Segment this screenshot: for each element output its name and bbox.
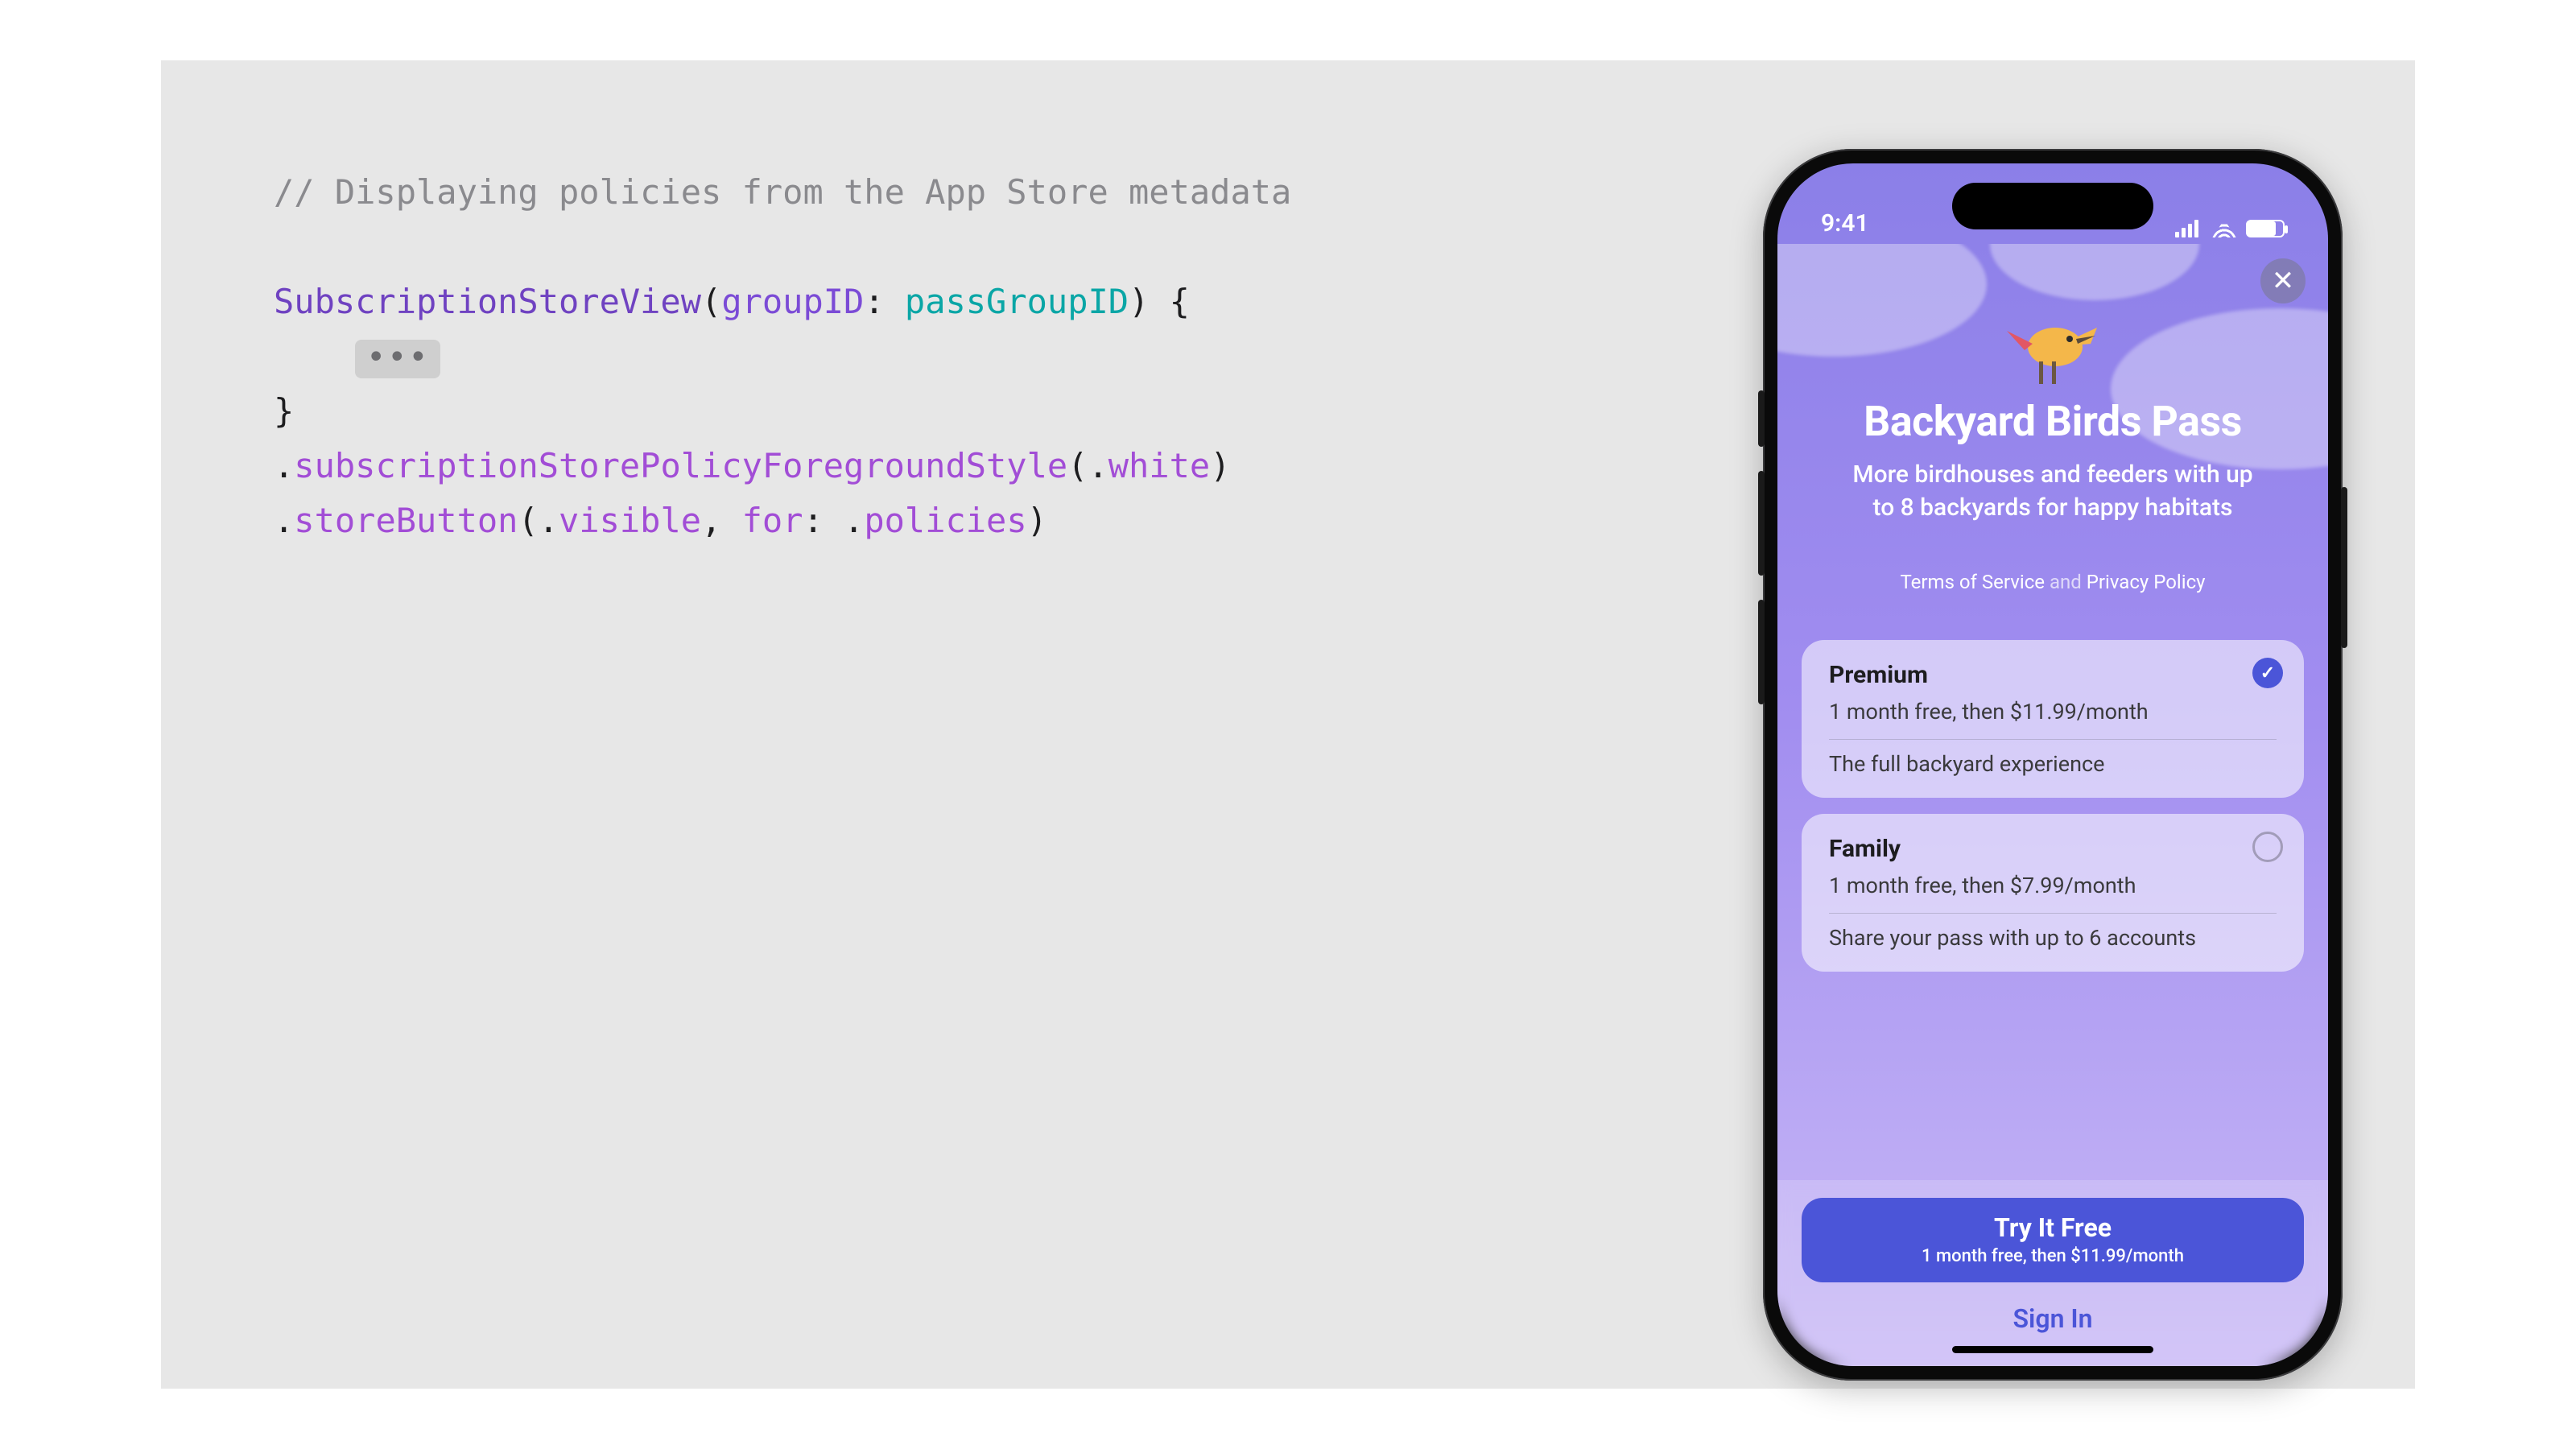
slide: // Displaying policies from the App Stor… [161, 60, 2415, 1389]
divider [1829, 913, 2277, 914]
code-param-value: passGroupID [905, 282, 1129, 321]
privacy-policy-link[interactable]: Privacy Policy [2087, 571, 2206, 593]
plan-radio-unchecked-icon [2252, 832, 2283, 862]
code-comment: // Displaying policies from the App Stor… [274, 172, 1291, 212]
phone-mute-switch [1758, 390, 1765, 447]
code-block: // Displaying policies from the App Stor… [274, 165, 1699, 548]
sign-in-button[interactable]: Sign In [1802, 1303, 2304, 1334]
policy-line: Terms of Service and Privacy Policy [1810, 571, 2296, 593]
bird-illustration [2000, 300, 2105, 389]
code-param-label: groupID [721, 282, 864, 321]
close-icon: ✕ [2272, 265, 2295, 297]
ellipsis-icon: ••• [355, 340, 440, 378]
plan-price: 1 month free, then $11.99/month [1829, 699, 2277, 724]
policy-separator: and [2050, 571, 2082, 593]
plan-title: Premium [1829, 661, 2277, 689]
plan-radio-checked-icon: ✓ [2252, 658, 2283, 688]
bottom-bar: Try It Free 1 month free, then $11.99/mo… [1777, 1180, 2328, 1366]
phone-frame: 9:41 ✕ [1763, 149, 2343, 1381]
phone-volume-up [1758, 471, 1765, 576]
code-method-1: subscriptionStorePolicyForegroundStyle [294, 446, 1067, 485]
hero-subtitle: More birdhouses and feeders with up to 8… [1843, 459, 2262, 524]
dynamic-island [1952, 183, 2153, 229]
cta-subtitle: 1 month free, then $11.99/month [1810, 1246, 2296, 1266]
phone-volume-down [1758, 600, 1765, 704]
cellular-icon [2175, 220, 2202, 237]
status-time: 9:41 [1821, 209, 1869, 237]
hero-title: Backyard Birds Pass [1810, 397, 2296, 446]
plan-card-premium[interactable]: ✓ Premium 1 month free, then $11.99/mont… [1802, 640, 2304, 798]
phone-power-button [2341, 487, 2347, 648]
cta-button[interactable]: Try It Free 1 month free, then $11.99/mo… [1802, 1198, 2304, 1282]
code-type: SubscriptionStoreView [274, 282, 701, 321]
code-pane: // Displaying policies from the App Stor… [274, 141, 1699, 1308]
code-method-2: storeButton [294, 501, 518, 540]
plan-card-family[interactable]: Family 1 month free, then $7.99/month Sh… [1802, 814, 2304, 972]
battery-icon [2246, 220, 2285, 237]
phone-screen: 9:41 ✕ [1777, 163, 2328, 1366]
plan-description: The full backyard experience [1829, 751, 2277, 777]
plan-title: Family [1829, 835, 2277, 863]
plan-price: 1 month free, then $7.99/month [1829, 873, 2277, 898]
plan-description: Share your pass with up to 6 accounts [1829, 925, 2277, 951]
close-button[interactable]: ✕ [2260, 258, 2306, 303]
status-right [2175, 220, 2285, 237]
hero: ✕ Backyard Birds Pass [1777, 244, 2328, 617]
wifi-icon [2212, 220, 2236, 237]
phone-preview: 9:41 ✕ [1747, 141, 2359, 1308]
cta-title: Try It Free [1810, 1212, 2296, 1243]
terms-of-service-link[interactable]: Terms of Service [1901, 571, 2045, 593]
plan-list: ✓ Premium 1 month free, then $11.99/mont… [1777, 617, 2328, 978]
home-indicator [1952, 1346, 2153, 1353]
divider [1829, 739, 2277, 740]
